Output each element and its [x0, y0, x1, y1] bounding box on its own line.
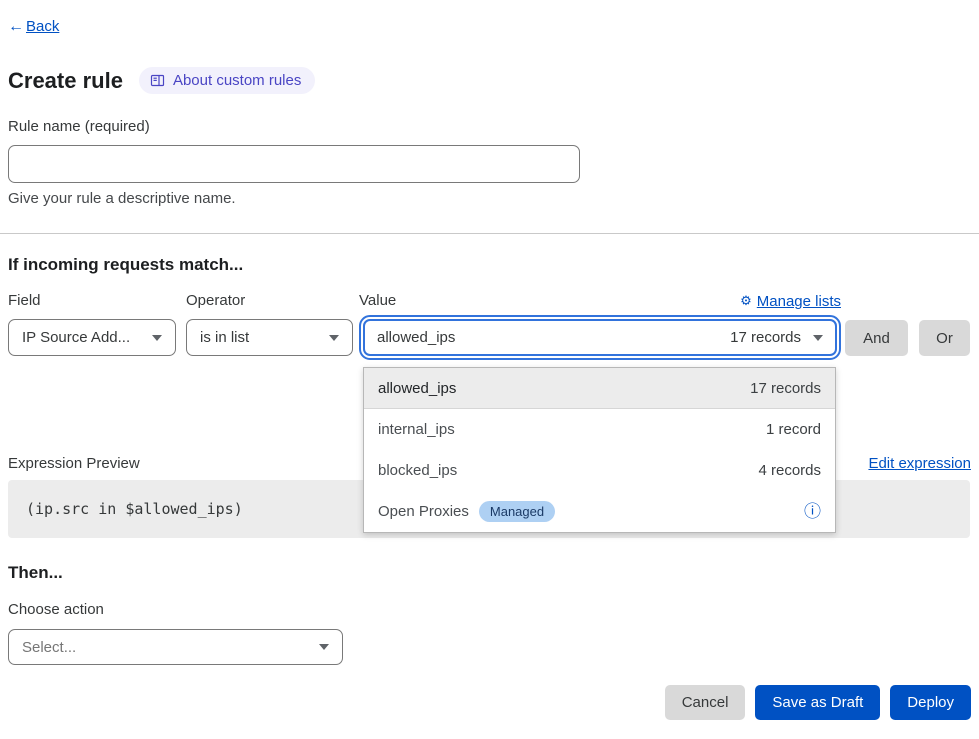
section-divider: [0, 233, 979, 234]
page-title: Create rule: [8, 68, 123, 94]
list-item-name: blocked_ips: [378, 462, 457, 479]
chevron-down-icon: [152, 335, 162, 341]
choose-action-label: Choose action: [8, 601, 971, 619]
value-select[interactable]: allowed_ips 17 records: [363, 319, 837, 356]
back-arrow-icon: ←: [8, 18, 24, 36]
edit-expression-link[interactable]: Edit expression: [868, 455, 971, 472]
list-item-name: Open Proxies: [378, 503, 469, 520]
match-row: Field IP Source Add... Operator is in li…: [8, 292, 971, 356]
managed-badge: Managed: [479, 501, 555, 522]
then-section-heading: Then...: [8, 563, 971, 585]
list-item-allowed-ips[interactable]: allowed_ips 17 records: [364, 368, 835, 409]
create-rule-page: ← Back Create rule About custom rules Ru…: [0, 0, 979, 739]
cancel-button[interactable]: Cancel: [665, 685, 746, 720]
action-select-placeholder: Select...: [22, 639, 76, 656]
list-item-internal-ips[interactable]: internal_ips 1 record: [364, 409, 835, 450]
back-row: ← Back: [8, 16, 971, 37]
about-custom-rules-link[interactable]: About custom rules: [139, 67, 315, 94]
info-icon[interactable]: ⓘ: [804, 503, 821, 520]
list-item-name: internal_ips: [378, 421, 455, 438]
field-select[interactable]: IP Source Add...: [8, 319, 176, 356]
field-label: Field: [8, 292, 41, 309]
value-column: Value ⚙ Manage lists allowed_ips 17 reco…: [359, 292, 841, 356]
expression-code: (ip.src in $allowed_ips): [26, 500, 243, 518]
footer-actions: Cancel Save as Draft Deploy: [8, 685, 971, 720]
field-column: Field IP Source Add...: [8, 292, 176, 356]
manage-lists-link[interactable]: ⚙ Manage lists: [740, 293, 841, 310]
operator-column: Operator is in list: [186, 292, 353, 356]
match-section-heading: If incoming requests match...: [8, 255, 971, 277]
list-item-records: 1 record: [766, 421, 821, 438]
expression-preview-label: Expression Preview: [8, 455, 140, 472]
operator-select[interactable]: is in list: [186, 319, 353, 356]
title-row: Create rule About custom rules: [8, 67, 971, 94]
rule-name-input[interactable]: [8, 145, 580, 183]
list-item-records: 17 records: [750, 380, 821, 397]
chevron-down-icon: [319, 644, 329, 650]
action-select[interactable]: Select...: [8, 629, 343, 665]
gear-icon: ⚙: [740, 293, 752, 309]
deploy-button[interactable]: Deploy: [890, 685, 971, 720]
list-dropdown-panel: allowed_ips 17 records internal_ips 1 re…: [363, 367, 836, 533]
or-button[interactable]: Or: [919, 320, 970, 356]
value-select-records: 17 records: [730, 329, 801, 346]
list-item-open-proxies[interactable]: Open Proxies Managed ⓘ: [364, 491, 835, 532]
field-select-value: IP Source Add...: [22, 329, 130, 346]
back-link[interactable]: Back: [26, 18, 59, 35]
operator-select-value: is in list: [200, 329, 249, 346]
value-select-selected: allowed_ips: [377, 329, 455, 346]
and-button[interactable]: And: [845, 320, 908, 356]
save-as-draft-button[interactable]: Save as Draft: [755, 685, 880, 720]
list-item-blocked-ips[interactable]: blocked_ips 4 records: [364, 450, 835, 491]
list-item-name: allowed_ips: [378, 380, 456, 397]
value-label: Value: [359, 292, 396, 309]
chevron-down-icon: [329, 335, 339, 341]
manage-lists-label: Manage lists: [757, 293, 841, 310]
rule-name-helper: Give your rule a descriptive name.: [8, 190, 971, 208]
operator-label: Operator: [186, 292, 245, 309]
rule-name-label: Rule name (required): [8, 118, 971, 136]
list-item-records: 4 records: [758, 462, 821, 479]
about-link-label: About custom rules: [173, 72, 301, 89]
book-icon: [150, 73, 165, 88]
chevron-down-icon: [813, 335, 823, 341]
